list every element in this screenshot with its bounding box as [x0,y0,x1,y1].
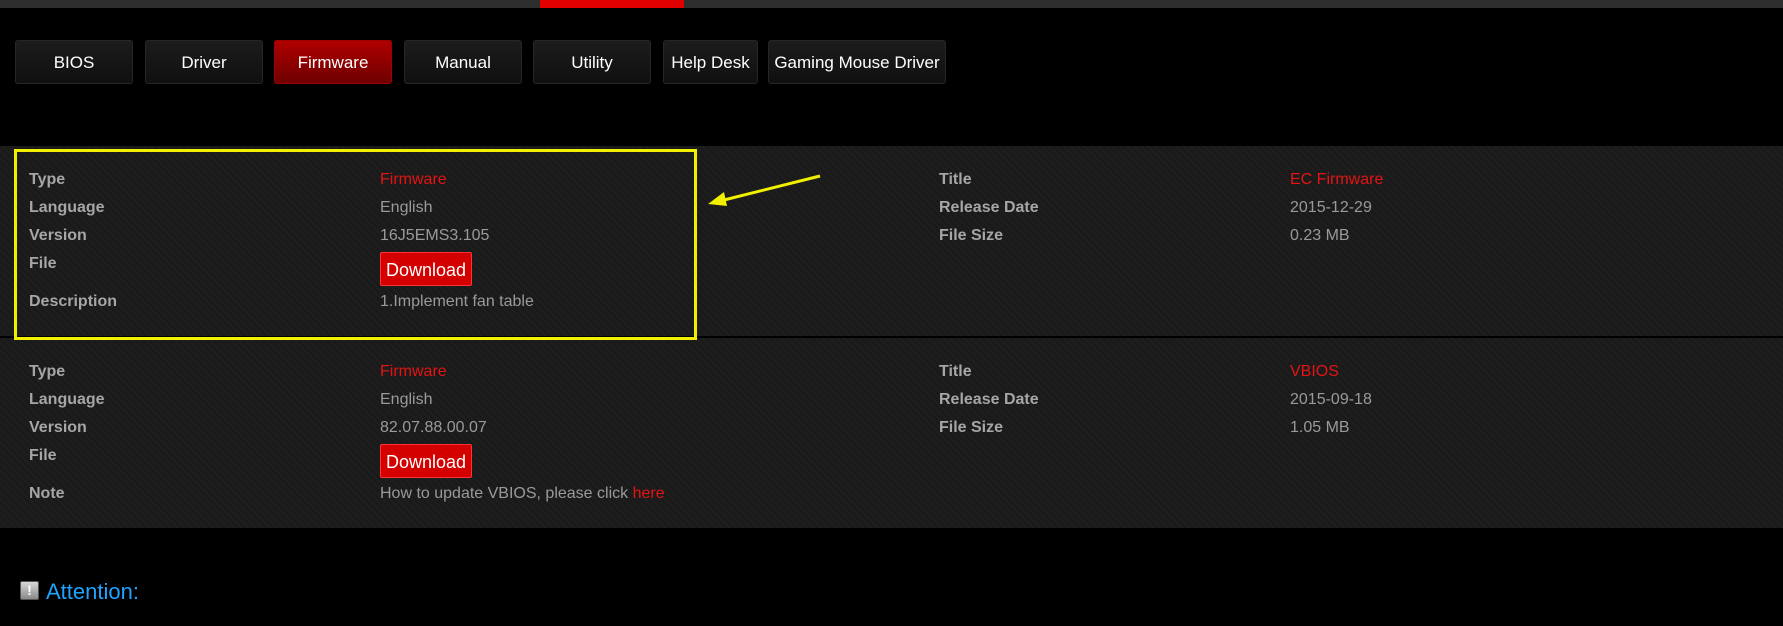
title-label: Title [939,171,972,188]
file-size-label: File Size [939,227,1004,244]
language-value: English [380,391,433,408]
version-value: 16J5EMS3.105 [380,227,490,244]
file-label: File [29,255,57,272]
top-bar [0,0,1783,8]
release-date-label: Release Date [939,391,1039,408]
tab-firmware[interactable]: Firmware [274,40,392,84]
title-label: Title [939,363,972,380]
exclamation-icon: ! [20,581,39,600]
file-size-value: 0.23 MB [1290,227,1350,244]
version-label: Version [29,419,87,436]
firmware-item-ec: Type Firmware Language English Version 1… [0,146,1783,336]
tab-bios[interactable]: BIOS [15,40,133,84]
here-link[interactable]: here [633,485,665,502]
type-value: Firmware [380,171,447,188]
description-label: Description [29,293,118,310]
top-bar-accent [540,0,684,8]
release-date-label: Release Date [939,199,1039,216]
version-label: Version [29,227,87,244]
type-label: Type [29,363,66,380]
file-label: File [29,447,57,464]
type-label: Type [29,171,66,188]
download-button[interactable]: Download [380,444,473,478]
version-value: 82.07.88.00.07 [380,419,487,436]
description-value: 1.Implement fan table [380,293,534,310]
arrow-annotation-icon [708,174,821,206]
release-date-value: 2015-09-18 [1290,391,1372,408]
file-size-label: File Size [939,419,1004,436]
note-label: Note [29,485,65,502]
attention-text: Attention: [46,579,139,604]
language-value: English [380,199,433,216]
download-button[interactable]: Download [380,252,473,286]
tab-gaming-mouse-driver[interactable]: Gaming Mouse Driver [768,40,946,84]
tab-manual[interactable]: Manual [404,40,522,84]
language-label: Language [29,391,105,408]
release-date-value: 2015-12-29 [1290,199,1372,216]
file-size-value: 1.05 MB [1290,419,1350,436]
firmware-item-vbios: Type Firmware Language English Version 8… [0,338,1783,528]
title-value: EC Firmware [1290,171,1384,188]
note-text: How to update VBIOS, please click [380,485,633,502]
note-value: How to update VBIOS, please click here [380,485,665,503]
tab-utility[interactable]: Utility [533,40,651,84]
tab-help-desk[interactable]: Help Desk [663,40,758,84]
title-value: VBIOS [1290,363,1339,380]
type-value: Firmware [380,363,447,380]
language-label: Language [29,199,105,216]
tab-driver[interactable]: Driver [145,40,263,84]
